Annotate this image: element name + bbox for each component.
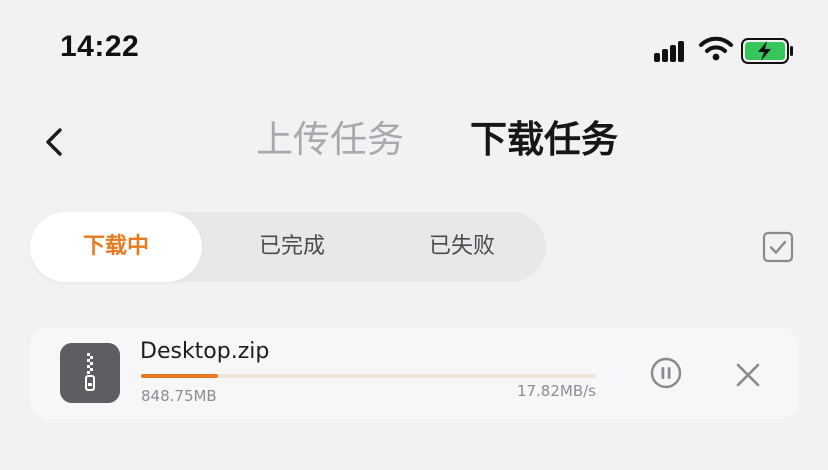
filter-downloading[interactable]: 下载中 bbox=[30, 212, 202, 282]
download-speed: 17.82MB/s bbox=[516, 382, 596, 400]
signal-icon bbox=[654, 40, 688, 62]
zip-file-icon bbox=[60, 343, 120, 403]
wifi-icon bbox=[699, 36, 733, 61]
tab-upload[interactable]: 上传任务 bbox=[256, 116, 404, 164]
close-icon[interactable] bbox=[734, 361, 762, 389]
filter-failed[interactable]: 已失败 bbox=[376, 212, 548, 282]
status-time: 14:22 bbox=[60, 30, 140, 63]
progress-bar bbox=[141, 374, 596, 378]
download-task-row[interactable]: Desktop.zip 848.75MB 17.82MB/s bbox=[30, 327, 798, 419]
pause-icon[interactable] bbox=[650, 357, 682, 389]
tab-download[interactable]: 下载任务 bbox=[470, 116, 618, 164]
top-nav: 上传任务 下载任务 bbox=[0, 100, 828, 190]
filter-completed[interactable]: 已完成 bbox=[206, 212, 378, 282]
battery-charging-icon bbox=[741, 38, 793, 64]
checkbox-icon[interactable] bbox=[762, 231, 794, 263]
status-bar: 14:22 bbox=[0, 0, 828, 100]
file-name: Desktop.zip bbox=[140, 339, 270, 364]
file-size: 848.75MB bbox=[141, 387, 217, 405]
chevron-left-icon[interactable] bbox=[34, 120, 78, 164]
progress-fill bbox=[141, 374, 219, 378]
status-filter: 下载中 已完成 已失败 bbox=[30, 212, 546, 282]
